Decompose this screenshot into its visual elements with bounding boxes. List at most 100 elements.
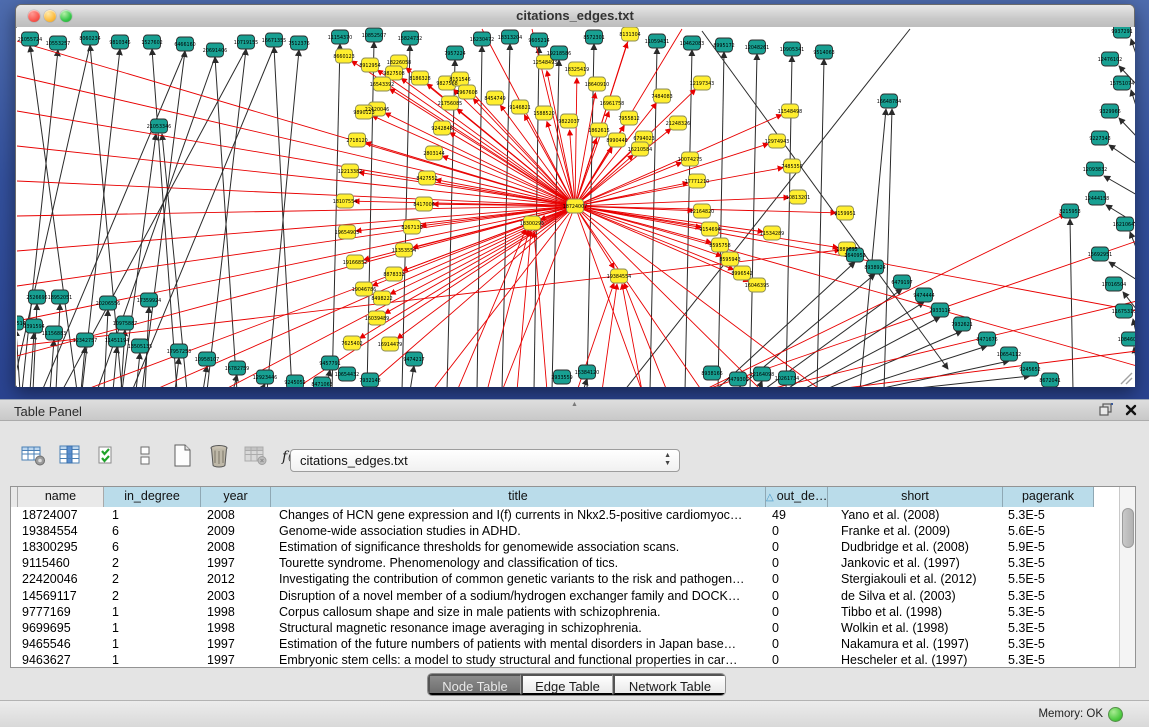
- table-row[interactable]: 969969511998Structural magnetic resonanc…: [11, 620, 1135, 636]
- column-header-name[interactable]: name: [18, 487, 104, 507]
- graph-node-label: 8454749: [484, 96, 505, 102]
- graph-node-label: 10654432: [335, 372, 359, 378]
- row-boxes-button[interactable]: [131, 444, 159, 470]
- cell-short: Jankovic et al. (1997): [828, 555, 1003, 571]
- graph-node-label: 17957253: [167, 349, 191, 355]
- cell-title: Investigating the contribution of common…: [271, 571, 766, 587]
- graph-node-label: 7512376: [288, 41, 309, 47]
- cell-out_de: 0: [766, 652, 828, 668]
- graph-edge: [1119, 118, 1135, 137]
- graph-node-label: 6466160: [174, 42, 195, 48]
- graph-node-label: 16543392: [370, 82, 394, 88]
- table-row[interactable]: 911546021997Tourette syndrome. Phenomeno…: [11, 555, 1135, 571]
- table-row[interactable]: 946362711997Embryonic stem cells: a mode…: [11, 652, 1135, 668]
- graph-node-label: 6794023: [633, 136, 654, 142]
- graph-node-label: 8878332: [383, 272, 404, 278]
- graph-node-label: 15692951: [1088, 252, 1112, 258]
- close-panel-icon[interactable]: [1125, 404, 1137, 416]
- cell-year: 2008: [201, 539, 271, 555]
- float-panel-icon[interactable]: [1099, 403, 1113, 416]
- column-header-in_degree[interactable]: in_degree: [104, 487, 201, 507]
- graph-edge: [1070, 219, 1073, 387]
- graph-node-label: 8186328: [409, 76, 430, 82]
- memory-ok-indicator[interactable]: [1108, 707, 1123, 722]
- graph-node-label: 8995172: [713, 43, 734, 49]
- table-scrollbar[interactable]: [1119, 487, 1135, 667]
- column-header-pagerank[interactable]: pagerank: [1003, 487, 1094, 507]
- graph-node-label: 8572301: [583, 35, 604, 41]
- cell-name: 9465546: [18, 636, 104, 652]
- graph-node-label: 16914479: [378, 342, 402, 348]
- table-row[interactable]: 1872400712008Changes of HCN gene express…: [11, 507, 1135, 523]
- graph-edge: [367, 42, 374, 387]
- import-table-disabled-button[interactable]: [242, 444, 270, 470]
- column-settings-button[interactable]: [20, 444, 48, 470]
- graph-edge: [104, 310, 108, 387]
- graph-node-label: 9937291: [1111, 29, 1132, 35]
- cell-pagerank: 5.3E-5: [1003, 652, 1094, 668]
- graph-node-label: 8912954: [359, 63, 380, 69]
- scrollbar-thumb[interactable]: [1122, 508, 1134, 548]
- graph-edge: [784, 302, 924, 387]
- column-header-year[interactable]: year: [201, 487, 271, 507]
- selection-mode-button[interactable]: [94, 444, 122, 470]
- delete-table-button[interactable]: [205, 444, 233, 470]
- table-row[interactable]: 977716911998Corpus callosum shape and si…: [11, 604, 1135, 620]
- graph-node-label: 7484083: [651, 94, 672, 100]
- graph-node-label: 12476102: [1098, 57, 1122, 63]
- graph-node-label: 17359924: [137, 298, 161, 304]
- graph-node-label: 8267130: [401, 225, 422, 231]
- graph-node-label: 11548498: [778, 109, 802, 115]
- cell-in_degree: 1: [104, 604, 201, 620]
- cell-year: 2003: [201, 588, 271, 604]
- cell-title: Changes of HCN gene expression and I(f) …: [271, 507, 766, 523]
- graph-edge: [869, 361, 1009, 387]
- window-resize-grip[interactable]: [1118, 370, 1133, 385]
- table-row[interactable]: 1830029562008Estimation of significance …: [11, 539, 1135, 555]
- dropdown-stepper-icon: ▲▼: [664, 452, 671, 468]
- graph-node-label: 11156883: [42, 331, 66, 337]
- table-selector-dropdown[interactable]: citations_edges.txt ▲▼: [290, 449, 680, 472]
- graph-node-label: 9827508: [383, 71, 404, 77]
- window-titlebar[interactable]: citations_edges.txt: [16, 5, 1134, 28]
- table-row[interactable]: 2242004622012Investigating the contribut…: [11, 571, 1135, 587]
- column-header-out_de[interactable]: △out_de…: [766, 487, 828, 507]
- graph-node-label: 16671355: [262, 38, 286, 44]
- graph-node-label: 7932621: [951, 322, 972, 328]
- graph-node-label: 18325419: [565, 67, 589, 73]
- tab-node-table[interactable]: Node Table: [428, 674, 521, 695]
- graph-node-label: 19166852: [343, 260, 367, 266]
- graph-edge: [583, 379, 587, 387]
- table-row[interactable]: 1456911722003Disruption of a novel membe…: [11, 587, 1135, 603]
- cell-out_de: 0: [766, 588, 828, 604]
- cell-pagerank: 5.3E-5: [1003, 636, 1094, 652]
- network-graph[interactable]: 1872400786601238912954182260589827508818…: [17, 27, 1135, 387]
- graph-node-label: 9154694: [699, 227, 720, 233]
- tab-edge-table[interactable]: Edge Table: [521, 674, 613, 695]
- tab-network-table[interactable]: Network Table: [613, 674, 725, 695]
- cytoscape-screen: citations_edges.txt 1872400786: [0, 0, 1149, 727]
- graph-node-label: 8996542: [731, 271, 752, 277]
- panel-resize-caret[interactable]: ▲: [571, 401, 578, 408]
- graph-node-label: 19384554: [607, 274, 631, 280]
- table-tabs-bar: Node TableEdge TableNetwork Table: [0, 673, 1149, 695]
- column-header-short[interactable]: short: [828, 487, 1003, 507]
- graph-node-label: 7957224: [444, 51, 465, 57]
- graph-node-label: 8938166: [701, 371, 722, 377]
- graph-edge: [702, 241, 1135, 387]
- table-row[interactable]: 946554611997Estimation of the future num…: [11, 636, 1135, 652]
- graph-node-label: 12197343: [690, 81, 714, 87]
- graph-node-label: 1862615: [588, 128, 609, 134]
- show-columns-button[interactable]: [57, 444, 85, 470]
- graph-node-label: 8427552: [416, 176, 437, 182]
- graph-node-label: 9159951: [834, 211, 855, 217]
- new-table-button[interactable]: [168, 444, 196, 470]
- column-header-title[interactable]: title: [271, 487, 766, 507]
- graph-node-label: 20206556: [96, 301, 120, 307]
- cell-out_de: 0: [766, 620, 828, 636]
- cell-in_degree: 6: [104, 539, 201, 555]
- table-row[interactable]: 1938455462009Genome-wide association stu…: [11, 523, 1135, 539]
- graph-node-label: 8938924: [864, 265, 885, 271]
- network-canvas[interactable]: 1872400786601238912954182260589827508818…: [17, 27, 1135, 387]
- graph-edge: [203, 366, 207, 387]
